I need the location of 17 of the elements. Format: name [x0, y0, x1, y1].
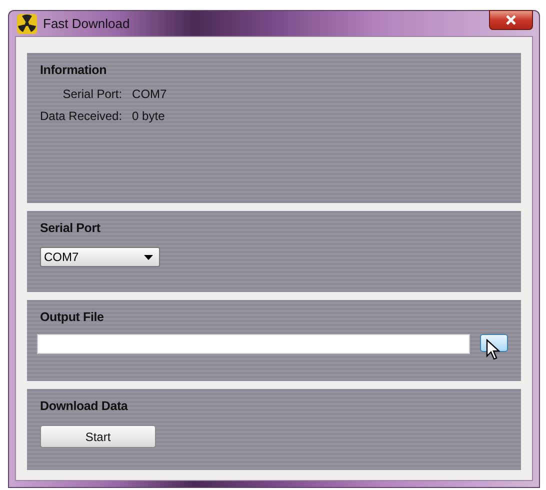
- info-label: Serial Port:: [62, 87, 122, 101]
- close-icon: [505, 14, 517, 24]
- section-heading: Serial Port: [40, 221, 102, 235]
- close-button[interactable]: [489, 10, 533, 30]
- port-dropdown[interactable]: COM7: [40, 247, 160, 267]
- radiation-icon: [17, 14, 37, 34]
- info-value: COM7: [132, 87, 167, 101]
- info-label: Data Received:: [40, 109, 122, 123]
- mouse-cursor-icon: [486, 339, 500, 361]
- section-heading: Information: [40, 63, 108, 77]
- start-button[interactable]: Start: [40, 425, 156, 448]
- section-heading: Download Data: [40, 399, 129, 413]
- info-value: 0 byte: [132, 109, 166, 123]
- file-path-field[interactable]: [37, 334, 470, 354]
- window-title: Fast Download: [43, 16, 130, 31]
- section-heading: Output File: [40, 310, 105, 324]
- caret-icon: [144, 254, 153, 260]
